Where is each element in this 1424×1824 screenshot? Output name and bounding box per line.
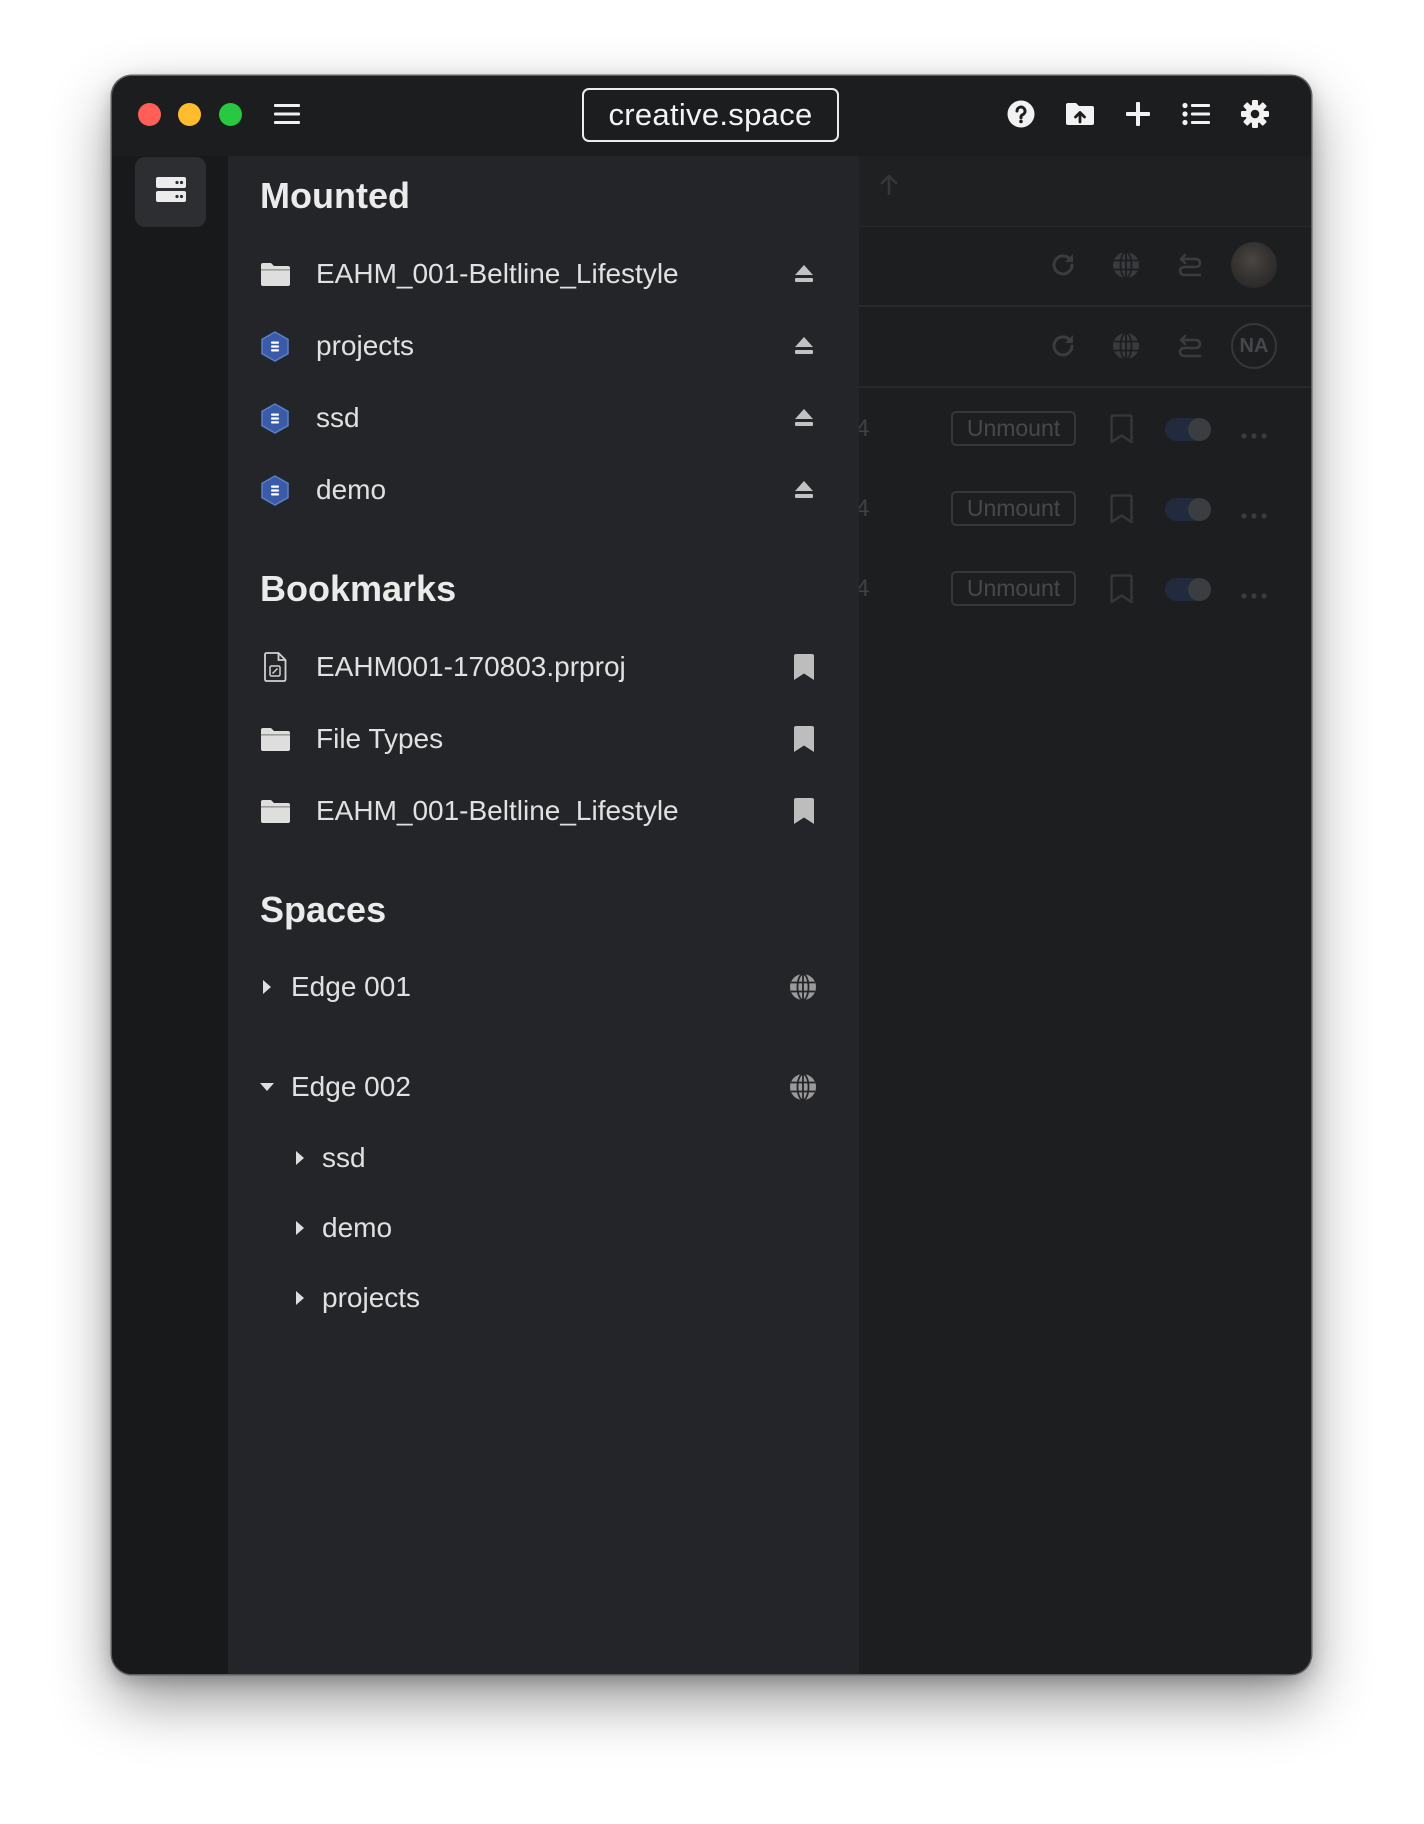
globe-icon[interactable]: [1112, 332, 1140, 365]
space-item[interactable]: Edge 001: [228, 951, 859, 1023]
space-child-label: projects: [322, 1282, 421, 1313]
caret-right-icon[interactable]: [292, 1220, 308, 1236]
plus-icon[interactable]: [1123, 99, 1153, 129]
globe-icon[interactable]: [1112, 251, 1140, 284]
volume-clipped-text: 4: [859, 415, 870, 442]
volume-hex-icon: [260, 330, 290, 362]
folder-icon: [260, 258, 290, 290]
user-initials-avatar[interactable]: NA: [1231, 323, 1277, 369]
upload-folder-icon[interactable]: [1065, 99, 1095, 129]
eject-icon[interactable]: [794, 405, 814, 431]
volume-toggle[interactable]: [1165, 578, 1211, 601]
bookmark-outline-icon[interactable]: [1110, 574, 1133, 609]
app-title[interactable]: creative.space: [582, 88, 839, 142]
sidebar-drawer: Mounted EAHM_001-Beltline_Lifestyle proj…: [228, 156, 859, 1674]
volume-hex-icon: [260, 402, 290, 434]
bookmark-item[interactable]: EAHM_001-Beltline_Lifestyle: [228, 775, 859, 847]
refresh-icon[interactable]: [1050, 252, 1076, 283]
volume-clipped-text: 4: [859, 495, 870, 522]
refresh-icon[interactable]: [1050, 333, 1076, 364]
folder-icon: [260, 795, 290, 827]
folder-icon: [260, 723, 290, 755]
main-header: [859, 156, 1311, 227]
eject-icon[interactable]: [794, 333, 814, 359]
volume-toggle[interactable]: [1165, 498, 1211, 521]
eject-icon[interactable]: [794, 261, 814, 287]
globe-icon[interactable]: [789, 973, 817, 1001]
close-window-button[interactable]: [138, 103, 161, 126]
ellipsis-icon[interactable]: [1239, 426, 1269, 444]
left-rail: [112, 156, 228, 1674]
bookmarks-heading: Bookmarks: [260, 568, 457, 609]
minimize-window-button[interactable]: [178, 103, 201, 126]
gear-icon[interactable]: [1240, 99, 1270, 129]
globe-icon[interactable]: [789, 1073, 817, 1101]
toggle-knob: [1188, 418, 1211, 441]
mounted-item-label: demo: [316, 474, 387, 505]
space-item-label: Edge 002: [291, 1071, 411, 1102]
server-icon: [155, 176, 186, 208]
divider: [859, 386, 1311, 388]
volume-hex-icon: [260, 474, 290, 506]
space-child-item[interactable]: projects: [228, 1263, 859, 1333]
transfer-icon[interactable]: [1176, 252, 1204, 283]
arrow-up-icon[interactable]: [880, 173, 898, 200]
transfer-icon[interactable]: [1176, 333, 1204, 364]
app-window: creative.space Mounted EAHM_001-Beltline…: [112, 76, 1311, 1674]
caret-right-icon[interactable]: [292, 1150, 308, 1166]
caret-right-icon[interactable]: [259, 979, 275, 995]
servers-rail-button[interactable]: [135, 157, 206, 227]
unmount-button[interactable]: Unmount: [951, 491, 1076, 526]
main-content: NA 4 Unmount 4 Unmount 4 Unmount: [859, 156, 1311, 1674]
mounted-item-label: EAHM_001-Beltline_Lifestyle: [316, 258, 679, 289]
caret-down-icon[interactable]: [259, 1079, 275, 1095]
space-child-item[interactable]: demo: [228, 1193, 859, 1263]
spaces-heading: Spaces: [260, 889, 387, 930]
eject-icon[interactable]: [794, 477, 814, 503]
space-item-label: Edge 001: [291, 971, 411, 1002]
caret-right-icon[interactable]: [292, 1290, 308, 1306]
space-item[interactable]: Edge 002: [228, 1051, 859, 1123]
space-child-label: demo: [322, 1212, 393, 1243]
project-file-icon: [260, 651, 290, 683]
maximize-window-button[interactable]: [219, 103, 242, 126]
toggle-knob: [1188, 578, 1211, 601]
mounted-item[interactable]: ssd: [228, 382, 859, 454]
volume-clipped-text: 4: [859, 575, 870, 602]
help-icon[interactable]: [1006, 99, 1036, 129]
volume-toggle[interactable]: [1165, 418, 1211, 441]
divider: [859, 305, 1311, 307]
bookmark-item-label: EAHM001-170803.prproj: [316, 651, 626, 682]
mounted-item-label: ssd: [316, 402, 360, 433]
bookmark-outline-icon[interactable]: [1110, 494, 1133, 529]
user-avatar[interactable]: [1231, 242, 1277, 288]
mounted-item[interactable]: EAHM_001-Beltline_Lifestyle: [228, 238, 859, 310]
space-child-item[interactable]: ssd: [228, 1123, 859, 1193]
bookmark-icon[interactable]: [794, 798, 814, 824]
bookmark-item[interactable]: File Types: [228, 703, 859, 775]
unmount-button[interactable]: Unmount: [951, 571, 1076, 606]
ellipsis-icon[interactable]: [1239, 506, 1269, 524]
hamburger-icon[interactable]: [274, 102, 300, 126]
list-icon[interactable]: [1181, 99, 1211, 129]
space-child-label: ssd: [322, 1142, 366, 1173]
toggle-knob: [1188, 498, 1211, 521]
bookmark-icon[interactable]: [794, 726, 814, 752]
bookmark-item[interactable]: EAHM001-170803.prproj: [228, 631, 859, 703]
bookmark-item-label: File Types: [316, 723, 444, 754]
mounted-item[interactable]: projects: [228, 310, 859, 382]
bookmark-outline-icon[interactable]: [1110, 414, 1133, 449]
bookmark-icon[interactable]: [794, 654, 814, 680]
unmount-button[interactable]: Unmount: [951, 411, 1076, 446]
ellipsis-icon[interactable]: [1239, 586, 1269, 604]
mounted-item-label: projects: [316, 330, 415, 361]
bookmark-item-label: EAHM_001-Beltline_Lifestyle: [316, 795, 679, 826]
mounted-heading: Mounted: [260, 175, 410, 216]
mounted-item[interactable]: demo: [228, 454, 859, 526]
